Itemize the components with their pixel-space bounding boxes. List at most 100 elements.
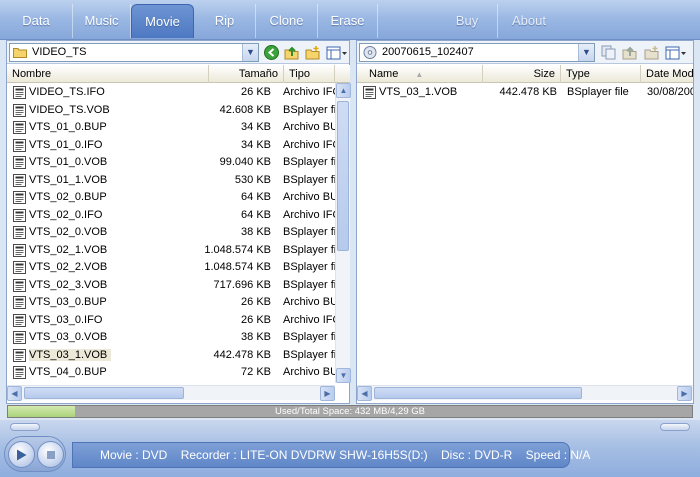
file-type: BSplayer file bbox=[283, 173, 335, 186]
file-type: BSplayer file bbox=[283, 156, 335, 168]
transport-controls bbox=[4, 436, 66, 472]
tab-movie[interactable]: Movie bbox=[131, 4, 194, 38]
tab-buy[interactable]: Buy bbox=[437, 4, 498, 38]
hscroll-thumb[interactable] bbox=[24, 387, 184, 399]
scroll-left-icon[interactable]: ◀ bbox=[7, 386, 22, 401]
right-path-text: 20070615_102407 bbox=[382, 46, 474, 58]
file-name: VIDEO_TS.VOB bbox=[29, 103, 110, 116]
tab-data[interactable]: Data bbox=[0, 4, 73, 38]
table-row[interactable]: VTS_03_1.VOB 442.478 KB BSplayer file 30/08… bbox=[357, 84, 693, 102]
view-menu-icon[interactable] bbox=[665, 44, 687, 61]
table-row[interactable]: VTS_04_0.BUP 72 KB Archivo BUP bbox=[7, 364, 335, 382]
new-folder-icon[interactable] bbox=[643, 44, 660, 61]
right-path-combo[interactable]: 20070615_102407 ▼ bbox=[359, 43, 595, 62]
table-row[interactable]: VTS_02_0.VOB 38 KB BSplayer file bbox=[7, 224, 335, 242]
back-icon[interactable] bbox=[263, 44, 280, 61]
left-splitter-grip[interactable] bbox=[10, 423, 40, 431]
file-name: VTS_01_0.IFO bbox=[29, 138, 103, 151]
view-menu-icon[interactable] bbox=[326, 44, 348, 61]
table-row[interactable]: VTS_03_0.BUP 26 KB Archivo BUP bbox=[7, 294, 335, 312]
file-type: BSplayer file bbox=[283, 243, 335, 256]
hscroll-thumb[interactable] bbox=[374, 387, 582, 399]
table-row[interactable]: VTS_02_2.VOB 1.048.574 KB BSplayer file bbox=[7, 259, 335, 277]
table-row[interactable]: VTS_02_1.VOB 1.048.574 KB BSplayer file bbox=[7, 242, 335, 260]
left-path-combo[interactable]: VIDEO_TS ▼ bbox=[9, 43, 259, 62]
file-type: BSplayer file bbox=[283, 261, 335, 273]
file-name: VTS_02_3.VOB bbox=[29, 278, 108, 291]
device-info-bar: Movie : DVD Recorder : LITE-ON DVDRW SHW… bbox=[72, 442, 590, 468]
new-folder-icon[interactable] bbox=[304, 44, 321, 61]
folder-icon bbox=[13, 48, 27, 58]
file-name: VTS_02_0.BUP bbox=[29, 191, 107, 203]
table-row[interactable]: VTS_01_0.IFO 34 KB Archivo IFO bbox=[7, 137, 335, 155]
up-folder-icon[interactable] bbox=[283, 44, 300, 61]
file-type: BSplayer file bbox=[567, 86, 629, 98]
tab-about[interactable]: About bbox=[498, 4, 560, 38]
file-type: BSplayer file bbox=[283, 348, 335, 361]
tab-rip[interactable]: Rip bbox=[194, 4, 256, 38]
table-row[interactable]: VTS_02_0.IFO 64 KB Archivo IFO bbox=[7, 207, 335, 225]
table-row[interactable]: VTS_03_0.VOB 38 KB BSplayer file bbox=[7, 329, 335, 347]
scroll-up-icon[interactable]: ▲ bbox=[336, 83, 351, 98]
tab-erase[interactable]: Erase bbox=[318, 4, 378, 38]
column-name[interactable]: Nombre bbox=[7, 65, 209, 83]
disc-space-label: Used/Total Space: 432 MB/4,29 GB bbox=[275, 406, 425, 417]
up-folder-icon[interactable] bbox=[621, 44, 638, 61]
scroll-right-icon[interactable]: ▶ bbox=[320, 386, 335, 401]
file-size: 1.048.574 KB bbox=[204, 261, 271, 273]
scroll-right-icon[interactable]: ▶ bbox=[677, 386, 692, 401]
play-button[interactable] bbox=[8, 441, 35, 468]
table-row[interactable]: VTS_03_0.IFO 26 KB Archivo IFO bbox=[7, 312, 335, 330]
column-name[interactable]: Name ▲ bbox=[357, 65, 483, 83]
speed-status: Speed : N/A bbox=[525, 448, 591, 462]
table-row[interactable]: VTS_02_0.BUP 64 KB Archivo BUP bbox=[7, 189, 335, 207]
file-size: 42.608 KB bbox=[219, 103, 271, 116]
movie-type-status: Movie : DVD bbox=[100, 448, 168, 462]
file-name: VTS_01_1.VOB bbox=[29, 173, 108, 186]
column-type[interactable]: Tipo bbox=[284, 65, 335, 83]
column-size[interactable]: Tamaño bbox=[209, 65, 284, 83]
tab-music[interactable]: Music bbox=[73, 4, 131, 38]
file-type: Archivo IFO bbox=[283, 86, 335, 98]
table-row[interactable]: VTS_01_1.VOB 530 KB BSplayer file bbox=[7, 172, 335, 190]
right-splitter-grip[interactable] bbox=[660, 423, 690, 431]
play-icon bbox=[17, 449, 27, 460]
table-row[interactable]: VTS_03_1.VOB 442.478 KB BSplayer file bbox=[7, 347, 335, 365]
table-row[interactable]: VTS_02_3.VOB 717.696 KB BSplayer file bbox=[7, 277, 335, 295]
column-date[interactable]: Date Modified bbox=[641, 65, 693, 83]
column-type[interactable]: Type bbox=[561, 65, 641, 83]
file-size: 26 KB bbox=[241, 86, 271, 98]
scroll-down-icon[interactable]: ▼ bbox=[336, 368, 351, 383]
table-row[interactable]: VTS_04_0.IFO 72 KB Archivo IFO bbox=[7, 382, 335, 385]
file-name: VTS_03_0.VOB bbox=[29, 331, 108, 343]
tab-clone[interactable]: Clone bbox=[256, 4, 318, 38]
file-icon bbox=[13, 138, 26, 152]
file-type: Archivo BUP bbox=[283, 191, 335, 203]
table-row[interactable]: VTS_01_0.VOB 99.040 KB BSplayer file bbox=[7, 154, 335, 172]
scroll-thumb[interactable] bbox=[337, 101, 349, 251]
file-type: BSplayer file bbox=[283, 226, 335, 238]
chevron-down-icon[interactable]: ▼ bbox=[242, 44, 258, 61]
file-icon bbox=[13, 261, 26, 274]
left-vertical-scrollbar[interactable]: ▲ ▼ bbox=[335, 83, 351, 383]
file-name: VTS_04_0.IFO bbox=[29, 384, 111, 385]
left-column-header: Nombre Tamaño Tipo bbox=[7, 65, 350, 83]
table-row[interactable]: VIDEO_TS.VOB 42.608 KB BSplayer file bbox=[7, 102, 335, 120]
copy-icon[interactable] bbox=[600, 44, 617, 61]
chevron-down-icon[interactable]: ▼ bbox=[578, 44, 594, 61]
scroll-left-icon[interactable]: ◀ bbox=[357, 386, 372, 401]
table-row[interactable]: VIDEO_TS.IFO 26 KB Archivo IFO bbox=[7, 84, 335, 102]
file-size: 26 KB bbox=[241, 296, 271, 308]
file-name: VTS_03_0.BUP bbox=[29, 296, 107, 308]
file-name: VIDEO_TS.IFO bbox=[29, 86, 105, 98]
right-horizontal-scrollbar[interactable]: ◀ ▶ bbox=[357, 385, 693, 401]
table-row[interactable]: VTS_01_0.BUP 34 KB Archivo BUP bbox=[7, 119, 335, 137]
stop-button[interactable] bbox=[37, 441, 64, 468]
tab-bar: Data Music Movie Rip Clone Erase Buy Abo… bbox=[0, 0, 700, 40]
file-icon bbox=[13, 156, 26, 169]
file-icon bbox=[13, 121, 26, 134]
recorder-status: Recorder : LITE-ON DVDRW SHW-16H5S(D:) bbox=[180, 448, 428, 462]
column-size[interactable]: Size bbox=[483, 65, 561, 83]
file-icon bbox=[13, 191, 26, 204]
left-horizontal-scrollbar[interactable]: ◀ ▶ bbox=[7, 385, 335, 401]
